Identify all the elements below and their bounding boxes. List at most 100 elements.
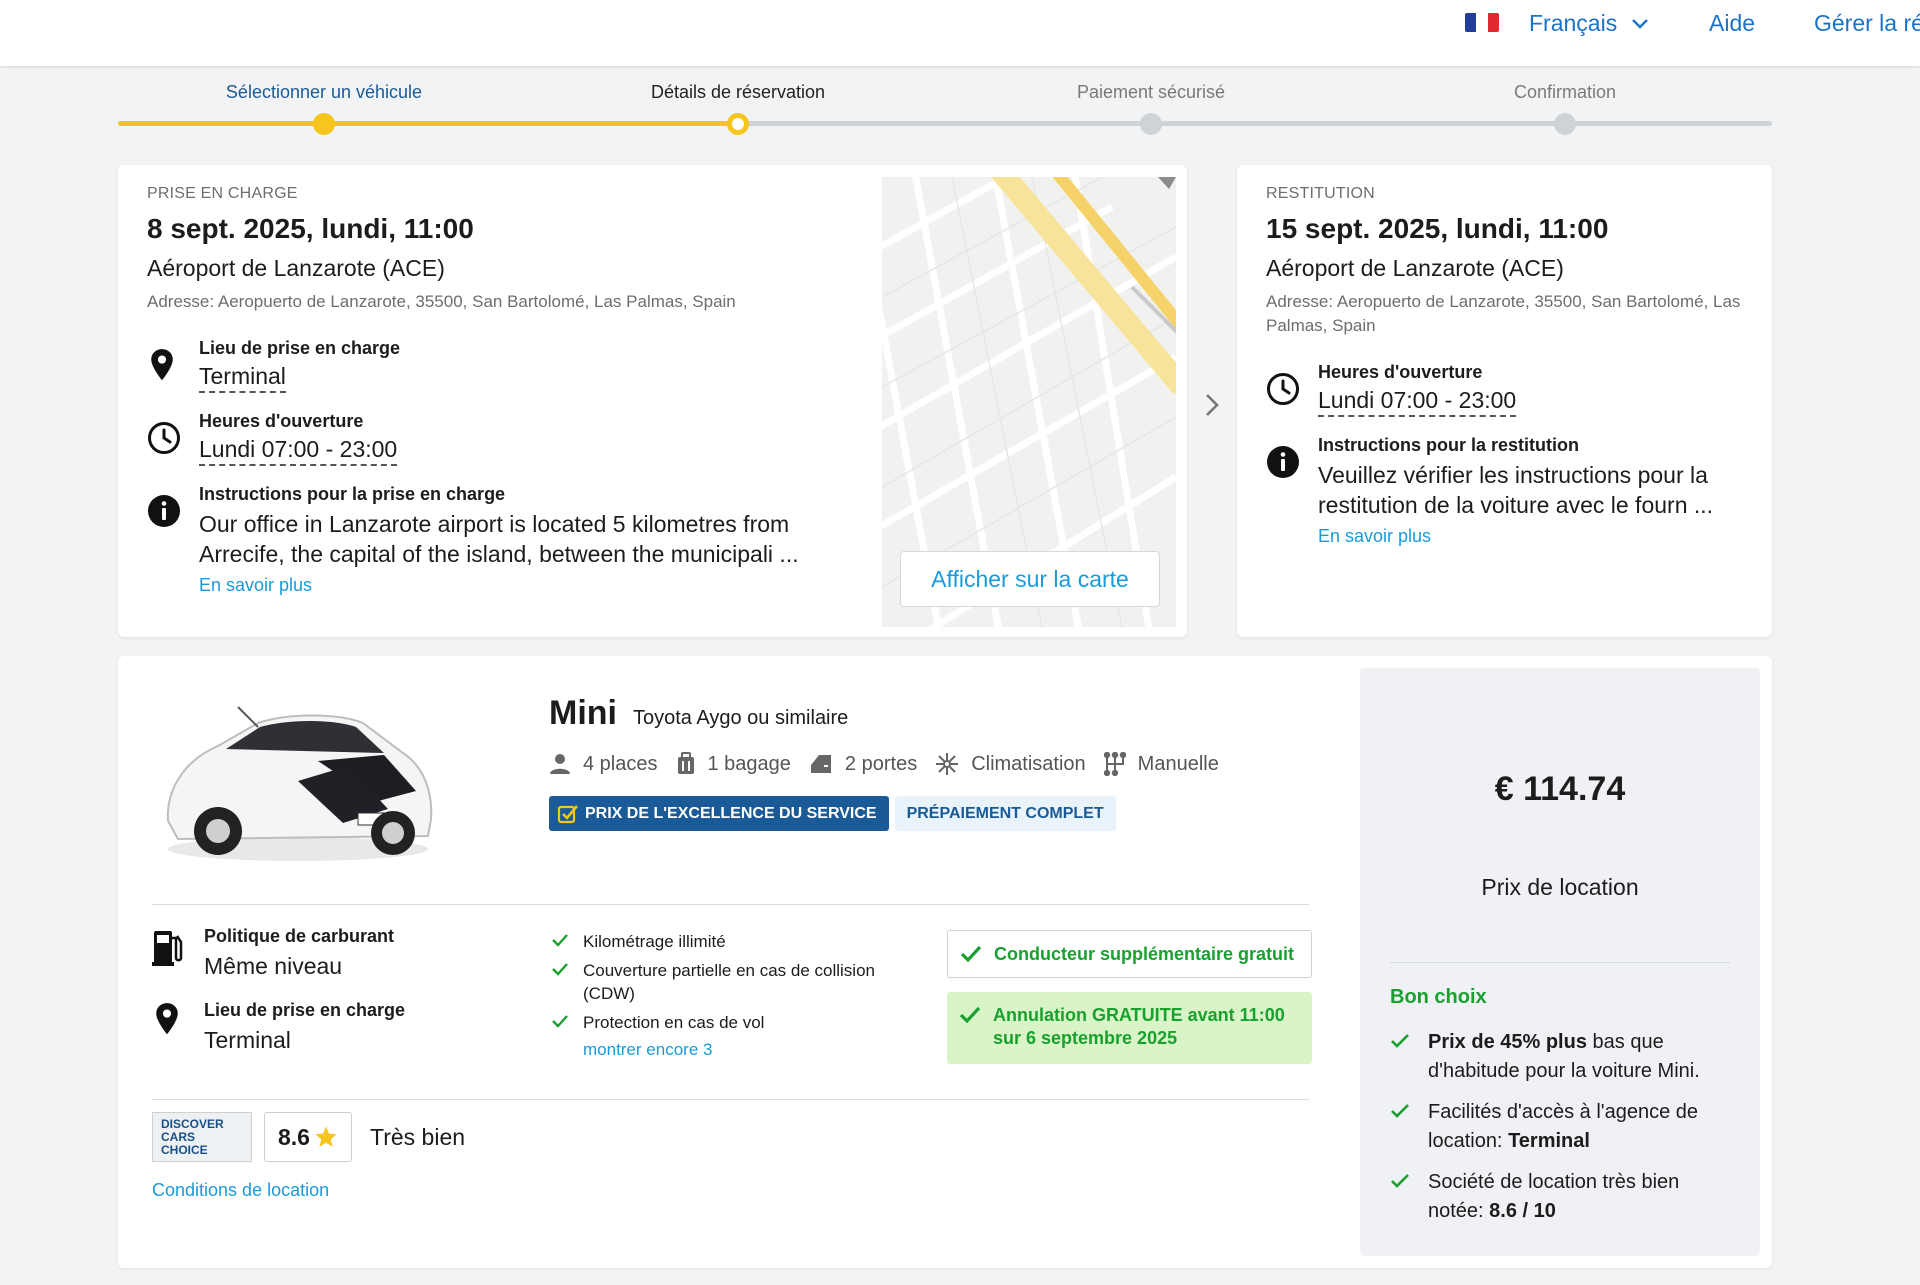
discover-cars-choice-logo: DISCOVER CARS CHOICE (152, 1112, 252, 1162)
person-icon (550, 754, 570, 774)
fuel-policy-row: Politique de carburant Même niveau (152, 926, 512, 980)
pickup-instructions-row: Instructions pour la prise en charge Our… (147, 484, 847, 596)
spec-seats-label: 4 places (583, 752, 658, 775)
reason-bold: 8.6 / 10 (1489, 1200, 1556, 1222)
chevron-right-icon (1202, 390, 1222, 425)
help-link[interactable]: Aide (1709, 10, 1755, 37)
step-label: Confirmation (1513, 82, 1617, 102)
pickup-hours-row: Heures d'ouverture Lundi 07:00 - 23:00 (147, 411, 847, 466)
car-model: Toyota Aygo ou similaire (632, 707, 849, 729)
car-category: Mini (549, 694, 617, 732)
service-award-label: PRIX DE L'EXCELLENCE DU SERVICE (585, 804, 877, 822)
spec-ac: Climatisation (935, 752, 1086, 776)
step-dot (1139, 113, 1162, 135)
rating-score-box[interactable]: 8.6 (264, 1112, 352, 1162)
car-offer-card: Mini Toyota Aygo ou similaire 4 places 1… (118, 656, 1772, 1268)
show-more-link[interactable]: montrer encore 3 (583, 1040, 911, 1060)
step-booking-details[interactable]: Détails de réservation (650, 82, 826, 135)
return-hours-title: Heures d'ouverture (1318, 362, 1483, 382)
pickup-date: 8 sept. 2025, lundi, 11:00 (147, 213, 474, 244)
return-instructions-row: Instructions pour la restitution Veuille… (1266, 435, 1746, 547)
pickup-details: PRISE EN CHARGE 8 sept. 2025, lundi, 11:… (147, 185, 847, 596)
language-label: Français (1529, 10, 1618, 36)
rating-score: 8.6 (278, 1123, 310, 1150)
return-hours-row: Heures d'ouverture Lundi 07:00 - 23:00 (1266, 362, 1746, 417)
step-label: Détails de réservation (650, 82, 826, 102)
award-check-icon (557, 804, 578, 823)
reason-bold: Terminal (1508, 1130, 1590, 1152)
spec-doors: 2 portes (809, 753, 917, 776)
step-select-vehicle[interactable]: Sélectionner un véhicule (226, 82, 422, 135)
check-icon (960, 945, 982, 963)
rental-conditions-link[interactable]: Conditions de location (152, 1180, 329, 1201)
location-pin-icon (147, 348, 179, 393)
divider (1390, 962, 1730, 963)
step-label: Paiement sécurisé (1076, 82, 1226, 102)
pickup-hours-title: Heures d'ouverture (199, 411, 364, 431)
free-cancellation-label: Annulation GRATUITE avant 11:00 sur 6 se… (993, 1005, 1285, 1048)
pickup-place-value[interactable]: Terminal (199, 363, 286, 393)
flag-blue-stripe (1465, 13, 1477, 32)
fuel-pump-icon (152, 928, 184, 980)
pickup-address: Adresse: Aeropuerto de Lanzarote, 35500,… (147, 292, 736, 311)
return-hours-value[interactable]: Lundi 07:00 - 23:00 (1318, 387, 1517, 417)
spec-transmission: Manuelle (1103, 752, 1219, 776)
car-specs: 4 places 1 bagage 2 portes Climatisation… (549, 752, 1219, 776)
included-item-label: Couverture partielle en cas de collision… (583, 961, 875, 1003)
fuel-policy-title: Politique de carburant (204, 926, 395, 946)
spec-transmission-label: Manuelle (1137, 752, 1219, 775)
spec-bags-label: 1 bagage (707, 752, 791, 775)
check-icon (1391, 1104, 1409, 1118)
clock-icon (1266, 372, 1299, 417)
step-dot (727, 113, 749, 135)
included-item: Protection en cas de vol (551, 1011, 911, 1034)
spec-ac-label: Climatisation (971, 752, 1086, 775)
included-item-label: Protection en cas de vol (583, 1013, 765, 1032)
stepper-progress (118, 121, 739, 126)
flag-white-stripe (1476, 13, 1488, 32)
pickup-card: PRISE EN CHARGE 8 sept. 2025, lundi, 11:… (118, 165, 1187, 637)
reason-text: Facilités d'accès à l'agence de location… (1428, 1098, 1740, 1156)
language-selector[interactable]: Français (1529, 10, 1649, 37)
rental-price: € 114.74 (1494, 770, 1626, 808)
car-pickup-place-row: Lieu de prise en charge Terminal (152, 1000, 512, 1054)
flag-red-stripe (1487, 13, 1499, 32)
pickup-more-link[interactable]: En savoir plus (199, 575, 312, 596)
check-icon (552, 963, 568, 976)
return-details: RESTITUTION 15 sept. 2025, lundi, 11:00 … (1266, 185, 1746, 547)
car-image (148, 691, 448, 871)
rating-label: Très bien (370, 1123, 466, 1150)
france-flag-icon (1465, 13, 1499, 32)
rating-row: DISCOVER CARS CHOICE 8.6 Très bien (152, 1112, 465, 1162)
pickup-hours-value[interactable]: Lundi 07:00 - 23:00 (199, 436, 398, 466)
show-on-map-button[interactable]: Afficher sur la carte (900, 551, 1160, 607)
info-icon (147, 494, 180, 596)
car-title: Mini Toyota Aygo ou similaire (549, 694, 848, 733)
reason-text: Prix de 45% plus bas que d'habitude pour… (1428, 1028, 1740, 1086)
booking-stepper: Sélectionner un véhicule Détails de rése… (118, 82, 1772, 142)
pickup-map[interactable]: Afficher sur la carte (882, 177, 1176, 627)
gear-shift-icon (1103, 752, 1126, 776)
clock-icon (147, 421, 180, 466)
reason-bold: Prix de 45% plus (1428, 1031, 1587, 1053)
return-section-label: RESTITUTION (1266, 185, 1375, 202)
included-item: Couverture partielle en cas de collision… (551, 959, 911, 1005)
pickup-instructions-title: Instructions pour la prise en charge (199, 484, 506, 504)
luggage-icon (677, 752, 694, 774)
logo-line: CHOICE (161, 1143, 208, 1157)
return-address: Adresse: Aeropuerto de Lanzarote, 35500,… (1266, 292, 1741, 335)
pickup-place-row: Lieu de prise en charge Terminal (147, 338, 847, 393)
service-award-badge: PRIX DE L'EXCELLENCE DU SERVICE (549, 796, 889, 831)
snowflake-icon (936, 753, 959, 775)
chevron-down-icon (1632, 18, 1649, 29)
fuel-policy-value: Même niveau (204, 953, 343, 979)
spec-bags: 1 bagage (676, 752, 791, 776)
car-policies: Politique de carburant Même niveau Lieu … (152, 926, 512, 1054)
manage-booking-link[interactable]: Gérer la ré (1814, 10, 1920, 37)
included-features: Kilométrage illimité Couverture partiell… (551, 930, 911, 1060)
return-more-link[interactable]: En savoir plus (1318, 526, 1431, 547)
divider (152, 904, 1309, 905)
reason-item: Société de location très bien notée: 8.6… (1390, 1168, 1740, 1226)
return-location: Aéroport de Lanzarote (ACE) (1266, 255, 1564, 281)
reason-text: Société de location très bien notée: 8.6… (1428, 1168, 1740, 1226)
